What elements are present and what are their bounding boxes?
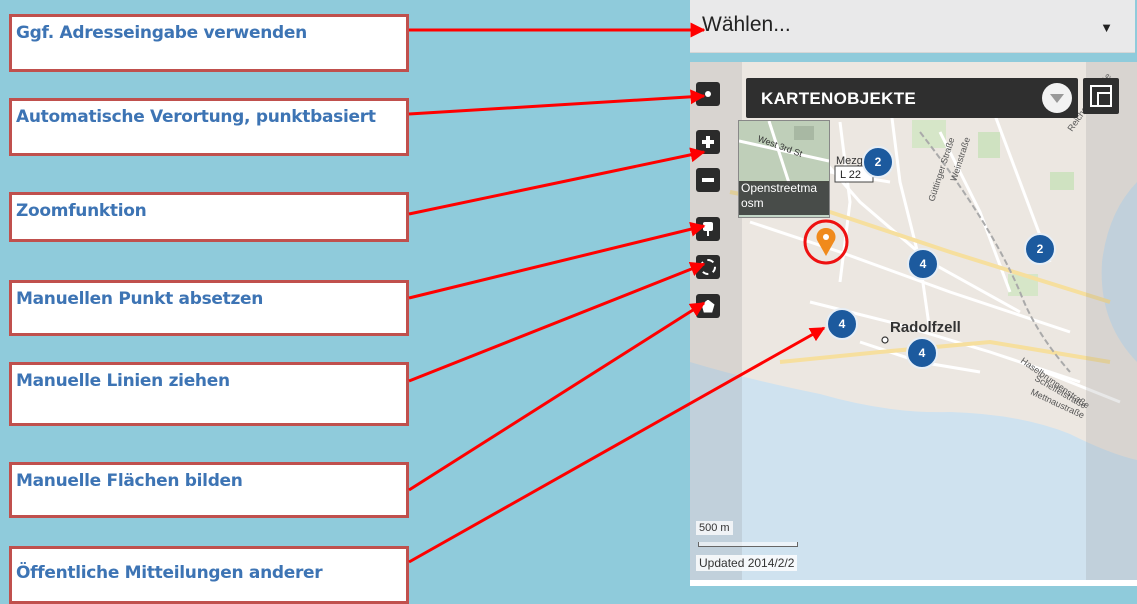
callout-zoom: Zoomfunktion (9, 192, 409, 242)
layer-selector[interactable]: KARTENOBJEKTE (746, 78, 1078, 118)
scale-label: 500 m (696, 521, 733, 535)
callout-draw-line: Manuelle Linien ziehen (9, 362, 409, 426)
map-park (978, 132, 1000, 158)
callout-label: Manuellen Punkt absetzen (16, 289, 264, 309)
callout-auto-locate: Automatische Verortung, punktbasiert (9, 98, 409, 156)
arrow-locate (408, 89, 706, 116)
callout-public-reports: Öffentliche Mitteilungen anderer (9, 546, 409, 604)
cluster-marker[interactable]: 2 (1024, 233, 1056, 265)
arrow-area (408, 301, 706, 492)
callout-label: Öffentliche Mitteilungen anderer (16, 563, 323, 583)
arrow-zoom (408, 147, 706, 216)
basemap-preview[interactable]: West 3rd St Openstreetma osm (738, 120, 830, 218)
basemap-caption-line: Openstreetma (741, 181, 818, 195)
layout-icon (1090, 85, 1112, 107)
callout-label: Zoomfunktion (16, 201, 147, 221)
svg-text:2: 2 (875, 155, 882, 169)
cluster-marker[interactable]: 4 (907, 248, 939, 280)
polygon-icon (701, 299, 715, 313)
scale-bar (698, 542, 798, 547)
callout-label: Manuelle Flächen bilden (16, 471, 243, 491)
cluster-marker[interactable]: 2 (862, 146, 894, 178)
locate-button[interactable] (696, 82, 720, 106)
basemap-caption-line: osm (741, 196, 764, 210)
draw-line-button[interactable] (696, 255, 720, 279)
layer-label: KARTENOBJEKTE (761, 89, 917, 108)
select-value: Wählen... (702, 13, 791, 36)
callout-label: Ggf. Adresseingabe verwenden (16, 23, 307, 43)
svg-text:4: 4 (919, 346, 926, 360)
svg-text:2: 2 (1037, 242, 1044, 256)
arrow-line (408, 262, 706, 383)
chevron-down-icon: ▼ (1100, 20, 1113, 35)
minus-icon (702, 178, 714, 182)
city-label: Radolfzell (890, 319, 961, 336)
cluster-marker[interactable]: 4 (906, 337, 938, 369)
cluster-marker[interactable]: 4 (826, 308, 858, 340)
zoom-in-button[interactable] (696, 130, 720, 154)
draw-point-button[interactable] (696, 217, 720, 241)
arrow-point (408, 221, 706, 300)
zoom-out-button[interactable] (696, 168, 720, 192)
callout-draw-area: Manuelle Flächen bilden (9, 462, 409, 518)
locate-dot-icon (705, 91, 711, 97)
basemap-thumbnail: West 3rd St (739, 121, 829, 184)
road-label: L 22 (840, 169, 861, 181)
callout-draw-point: Manuellen Punkt absetzen (9, 280, 409, 336)
callout-label: Manuelle Linien ziehen (16, 371, 230, 391)
mezg-label: Mezg (836, 155, 863, 167)
city-dot (881, 336, 889, 344)
plus-icon (702, 136, 714, 148)
expand-button[interactable] (1083, 78, 1119, 114)
svg-text:4: 4 (920, 257, 927, 271)
map-side-shade (1086, 62, 1137, 580)
polyline-icon (700, 259, 716, 275)
updated-label: Updated 2014/2/2 (696, 555, 798, 571)
callout-address-input: Ggf. Adresseingabe verwenden (9, 14, 409, 72)
basemap-caption: Openstreetma osm (739, 181, 829, 215)
address-select[interactable]: Wählen... ▼ (690, 0, 1135, 53)
callout-label: Automatische Verortung, punktbasiert (16, 107, 376, 127)
marker-icon (703, 222, 713, 236)
dropdown-icon (1042, 83, 1072, 113)
draw-polygon-button[interactable] (696, 294, 720, 318)
map-container: Güttinger Straße Weinstraße Reichenaustr… (690, 62, 1137, 586)
svg-text:4: 4 (839, 317, 846, 331)
map-park (1050, 172, 1074, 190)
